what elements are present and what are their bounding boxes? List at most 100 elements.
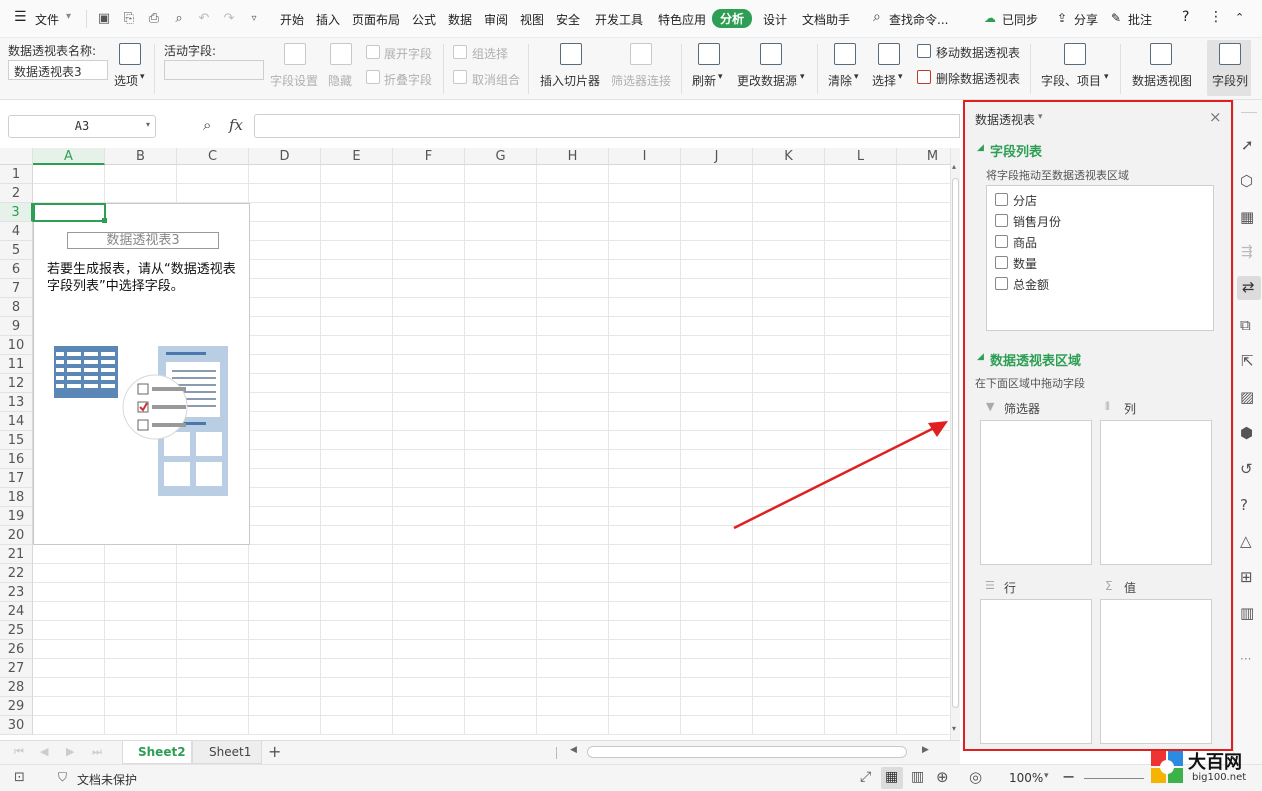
share-out-icon[interactable]: ⇱ (1241, 352, 1254, 370)
pyramid-icon[interactable]: △ (1240, 532, 1252, 550)
backup-icon[interactable]: ⬢ (1240, 424, 1253, 442)
row-header-6[interactable]: 6 (0, 260, 33, 279)
apps-icon[interactable]: ⊞ (1240, 568, 1253, 586)
fields-items-button[interactable]: 字段、项目 (1041, 72, 1101, 89)
row-header-20[interactable]: 20 (0, 526, 33, 545)
tab-developer[interactable]: 开发工具 (595, 11, 643, 28)
fill-handle[interactable] (102, 218, 107, 223)
column-header-l[interactable]: L (825, 148, 897, 165)
slicer-icon[interactable] (560, 43, 582, 65)
name-box[interactable]: A3 (8, 115, 156, 138)
field-settings-button[interactable]: 字段设置 (270, 72, 318, 89)
row-header-10[interactable]: 10 (0, 336, 33, 355)
close-icon[interactable]: × (1209, 108, 1222, 126)
page-break-icon[interactable]: ⊕ (936, 768, 949, 786)
collapse-triangle-icon[interactable]: ◢ (977, 143, 984, 153)
search-icon[interactable]: ⌕ (873, 9, 881, 25)
eye-protection-icon[interactable]: ◎ (969, 768, 982, 786)
first-sheet-icon[interactable]: ⏮ (14, 745, 24, 759)
tab-doc-assistant[interactable]: 文档助手 (802, 11, 850, 28)
clear-button[interactable]: 清除 (828, 72, 852, 89)
area-values-drop-zone[interactable] (1100, 599, 1212, 744)
fullscreen-icon[interactable]: ⤢ (860, 769, 871, 785)
tab-home[interactable]: 开始 (280, 11, 304, 28)
select-all-corner[interactable] (0, 148, 33, 165)
delete-pivot-button[interactable]: 删除数据透视表 (936, 70, 1020, 87)
pivot-name-input[interactable]: 数据透视表3 (8, 60, 108, 80)
column-header-i[interactable]: I (609, 148, 681, 165)
active-field-input[interactable] (164, 60, 264, 80)
scroll-right-icon[interactable]: ▶ (922, 745, 929, 755)
ungroup-button[interactable]: 取消组合 (472, 71, 520, 88)
clear-icon[interactable] (834, 43, 856, 65)
tab-review[interactable]: 审阅 (484, 11, 508, 28)
comment-button[interactable]: 批注 (1128, 11, 1152, 28)
move-pivot-button[interactable]: 移动数据透视表 (936, 44, 1020, 61)
checkbox[interactable] (995, 214, 1008, 227)
collapse-ribbon-icon[interactable]: ⌃ (1235, 11, 1244, 24)
row-header-3[interactable]: 3 (0, 203, 33, 222)
zoom-icon[interactable]: ⌕ (203, 116, 211, 134)
print-preview-icon[interactable]: ⌕ (170, 10, 188, 28)
chart-icon[interactable]: ▥ (1240, 604, 1254, 622)
share-button[interactable]: 分享 (1074, 11, 1098, 28)
chevron-down-icon[interactable]: ▾ (1038, 112, 1043, 122)
scroll-up-icon[interactable]: ▴ (952, 162, 956, 171)
shapes-icon[interactable]: ⬡ (1240, 172, 1253, 190)
row-header-28[interactable]: 28 (0, 678, 33, 697)
horizontal-scroll-thumb[interactable] (587, 746, 907, 758)
checkbox[interactable] (995, 277, 1008, 290)
column-header-b[interactable]: B (105, 148, 177, 165)
collapse-icon[interactable] (366, 70, 380, 84)
row-header-14[interactable]: 14 (0, 412, 33, 431)
help-circle-icon[interactable]: ? (1240, 496, 1248, 514)
table-icon[interactable]: ▦ (1240, 208, 1254, 226)
zoom-level[interactable]: 100% (1009, 771, 1043, 785)
disabled-icon[interactable]: ⇶ (1241, 244, 1253, 260)
picture-icon[interactable]: ▨ (1240, 388, 1254, 406)
column-header-m[interactable]: M (897, 148, 950, 165)
row-header-2[interactable]: 2 (0, 184, 33, 203)
row-header-17[interactable]: 17 (0, 469, 33, 488)
column-header-f[interactable]: F (393, 148, 465, 165)
move-pivot-icon[interactable] (917, 44, 931, 58)
column-header-e[interactable]: E (321, 148, 393, 165)
row-header-27[interactable]: 27 (0, 659, 33, 678)
group-icon[interactable] (453, 45, 467, 59)
customize-chevron-icon[interactable]: ▿ (245, 10, 263, 28)
row-header-12[interactable]: 12 (0, 374, 33, 393)
row-header-1[interactable]: 1 (0, 165, 33, 184)
redo-icon[interactable]: ↷ (220, 10, 238, 28)
change-source-icon[interactable] (760, 43, 782, 65)
more-dots-icon[interactable]: ··· (1240, 652, 1251, 666)
column-header-g[interactable]: G (465, 148, 537, 165)
change-source-button[interactable]: 更改数据源 (737, 72, 797, 89)
pivot-panel-toggle[interactable]: ⇄ (1237, 276, 1261, 300)
select-icon[interactable] (878, 43, 900, 65)
options-icon[interactable] (119, 43, 141, 65)
tab-data[interactable]: 数据 (448, 11, 472, 28)
row-header-13[interactable]: 13 (0, 393, 33, 412)
tab-formulas[interactable]: 公式 (412, 11, 436, 28)
selected-cell[interactable] (33, 203, 106, 222)
column-header-k[interactable]: K (753, 148, 825, 165)
filter-connection-icon[interactable] (630, 43, 652, 65)
row-header-5[interactable]: 5 (0, 241, 33, 260)
row-header-18[interactable]: 18 (0, 488, 33, 507)
history-icon[interactable]: ↺ (1240, 460, 1253, 478)
tab-insert[interactable]: 插入 (316, 11, 340, 28)
column-header-c[interactable]: C (177, 148, 249, 165)
checkbox[interactable] (995, 256, 1008, 269)
insert-slicer-button[interactable]: 插入切片器 (540, 72, 600, 89)
menu-file[interactable]: 文件 (35, 11, 59, 28)
fields-items-icon[interactable] (1064, 43, 1086, 65)
pivot-chart-button[interactable]: 数据透视图 (1132, 72, 1192, 89)
tab-design[interactable]: 设计 (763, 11, 787, 28)
more-icon[interactable]: ⋮ (1209, 9, 1223, 25)
save-icon[interactable]: ▣ (95, 10, 113, 28)
pivot-chart-icon[interactable] (1150, 43, 1172, 65)
tab-security[interactable]: 安全 (556, 11, 580, 28)
refresh-icon[interactable] (698, 43, 720, 65)
image-convert-icon[interactable]: ⧉ (1240, 316, 1251, 334)
select-button[interactable]: 选择 (872, 72, 896, 89)
